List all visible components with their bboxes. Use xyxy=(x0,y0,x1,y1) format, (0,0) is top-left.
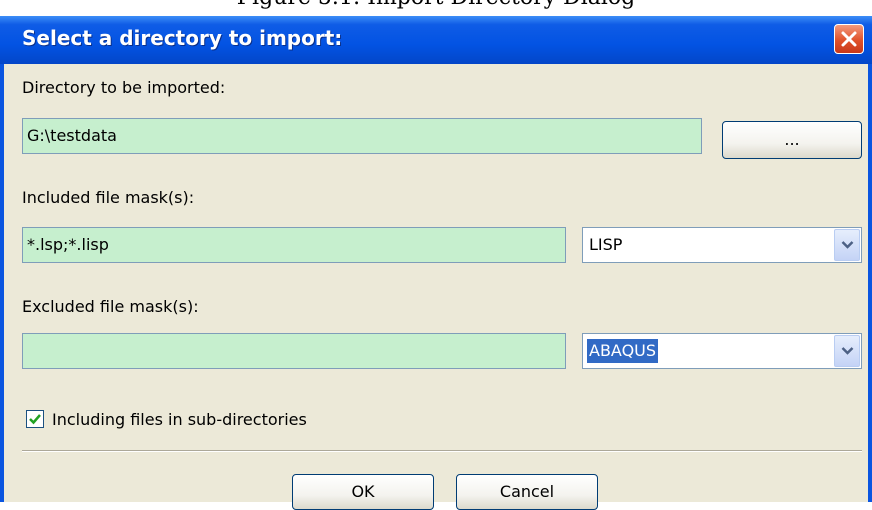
dialog-body: Directory to be imported: G:\testdata ..… xyxy=(4,64,868,510)
excluded-type-value: ABAQUS xyxy=(587,339,659,363)
included-mask-label: Included file mask(s): xyxy=(22,188,195,207)
included-type-value: LISP xyxy=(589,235,623,254)
directory-input[interactable]: G:\testdata xyxy=(22,118,702,154)
excluded-mask-input[interactable] xyxy=(22,333,566,369)
included-dropdown-button[interactable] xyxy=(834,229,860,261)
figure-caption: Figure 5.1: Import Directory Dialog xyxy=(0,0,872,10)
excluded-type-select[interactable]: ABAQUS xyxy=(582,333,862,369)
dialog-title: Select a directory to import: xyxy=(22,26,343,50)
ok-button[interactable]: OK xyxy=(292,474,434,510)
excluded-mask-label: Excluded file mask(s): xyxy=(22,297,199,316)
checkmark-icon xyxy=(29,414,41,425)
directory-label: Directory to be imported: xyxy=(22,78,226,97)
divider xyxy=(22,450,862,452)
browse-button[interactable]: ... xyxy=(722,121,862,159)
title-bar[interactable]: Select a directory to import: xyxy=(0,16,872,64)
cancel-button[interactable]: Cancel xyxy=(456,474,598,510)
chevron-down-icon xyxy=(841,347,854,355)
included-type-select[interactable]: LISP xyxy=(582,227,862,263)
close-icon xyxy=(841,31,857,47)
subdirectories-label[interactable]: Including files in sub-directories xyxy=(52,410,307,429)
subdirectories-checkbox[interactable] xyxy=(26,410,44,428)
close-button[interactable] xyxy=(834,24,864,54)
excluded-dropdown-button[interactable] xyxy=(834,335,860,367)
chevron-down-icon xyxy=(841,241,854,249)
included-mask-input[interactable]: *.lsp;*.lisp xyxy=(22,227,566,263)
import-directory-dialog: Select a directory to import: Directory … xyxy=(0,16,872,510)
